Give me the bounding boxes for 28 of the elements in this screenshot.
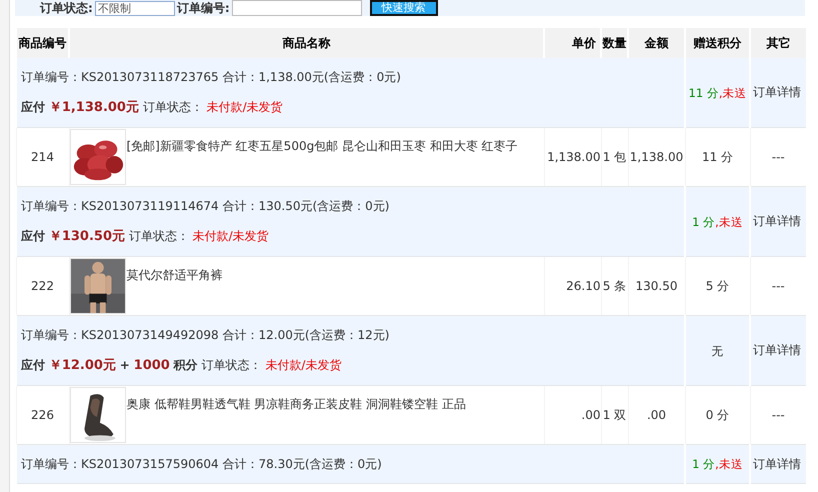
order-info: 订单编号：KS2013073118723765 合计：1,138.00元(含运费：0元) [21, 69, 402, 86]
payment-info: 应付 ￥1,138.00元 订单状态： 未付款/未发货 [21, 99, 284, 117]
points-status: 1 分,未送 [692, 214, 743, 228]
product-name[interactable]: 奥康 低帮鞋男鞋透气鞋 男凉鞋商务正装皮鞋 洞洞鞋镂空鞋 正品 [126, 386, 466, 413]
status-label: 订单状态: [40, 1, 93, 15]
order-details-link[interactable]: 订单详情 [753, 343, 801, 357]
product-name[interactable]: 莫代尔舒适平角裤 [126, 257, 222, 284]
payment-info: 应付 ￥130.50元 订单状态： 未付款/未发货 [21, 228, 270, 246]
order-info: 订单编号：KS2013073119114674 合计：130.50元(含运费：0元) [21, 198, 390, 215]
order-number-label: 订单编号: [176, 1, 230, 15]
product-name[interactable]: [免邮]新疆零食特产 红枣五星500g包邮 昆仑山和田玉枣 和田大枣 红枣子 [126, 128, 518, 155]
points-status: 1 分,未送 [692, 457, 743, 471]
order-details-link[interactable]: 订单详情 [753, 214, 801, 228]
payment-info: 应付 ￥12.00元 + 1000 积分 订单状态： 未付款/未发货 [21, 357, 342, 375]
column-header: 商品名称 [69, 28, 544, 58]
column-header: 数量 [601, 28, 628, 58]
points-status: 无 [712, 344, 724, 358]
order-info: 订单编号：KS2013073149492098 合计：12.00元(含运费：12元) [21, 327, 390, 344]
points-status: 11 分,未送 [688, 86, 746, 100]
order-details-link[interactable]: 订单详情 [753, 85, 801, 99]
column-header: 商品编号 [16, 28, 69, 58]
status-dropdown[interactable]: 不限制 [94, 0, 175, 16]
order-info: 订单编号：KS2013073157590604 合计：78.30元(含运费：0元) [21, 456, 383, 473]
column-header: 其它 [750, 28, 806, 58]
order-number-field[interactable] [232, 0, 362, 16]
column-header: 单价 [544, 28, 601, 58]
column-header: 赠送积分 [685, 28, 750, 58]
column-header: 金额 [628, 28, 685, 58]
